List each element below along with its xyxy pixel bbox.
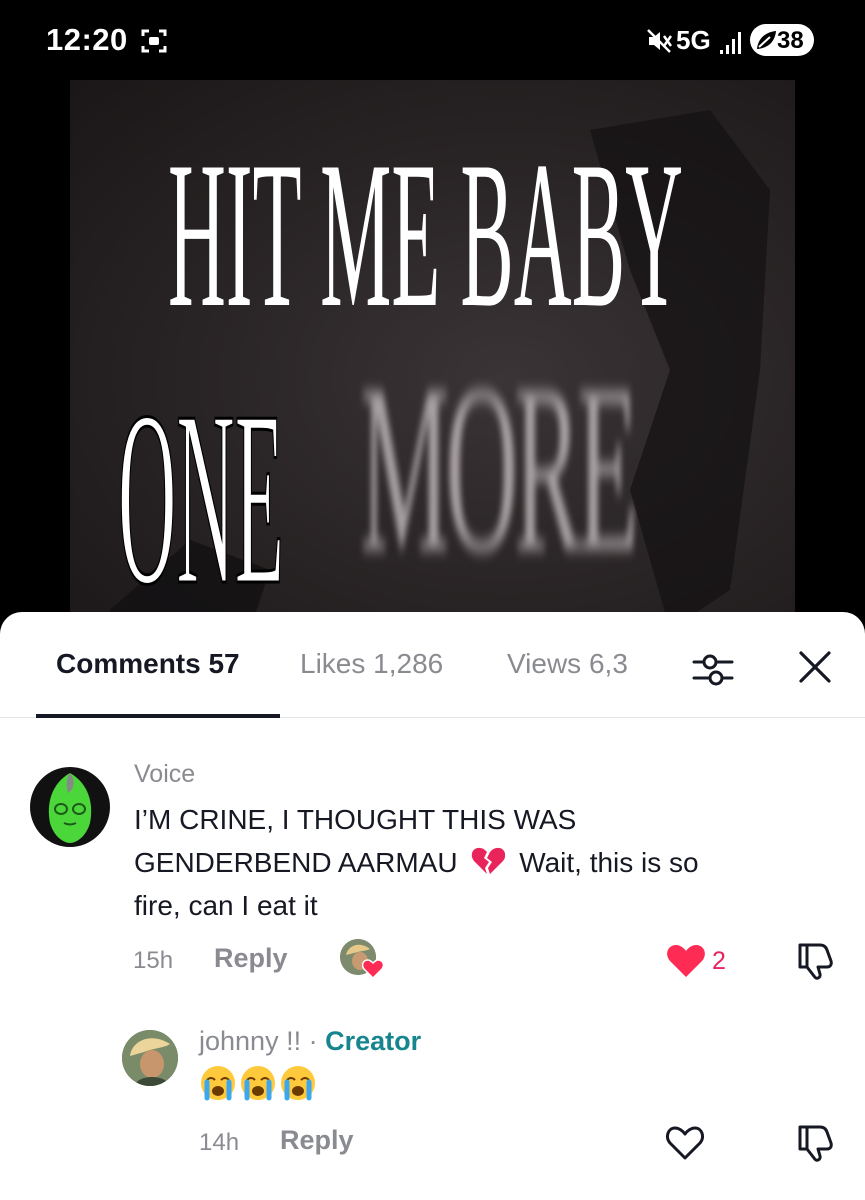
comment-username[interactable]: Voice <box>134 760 195 789</box>
dislike-icon[interactable] <box>796 941 834 981</box>
signal-icon <box>720 32 741 54</box>
like-button-heart-icon[interactable] <box>665 1125 705 1161</box>
comment-text-line: I’M CRINE, I THOUGHT THIS WAS <box>134 804 577 835</box>
comment-username[interactable]: johnny !! <box>199 1026 301 1056</box>
mute-icon <box>647 29 672 53</box>
avatar-image <box>122 1030 178 1086</box>
crying-emoji-icon <box>201 1066 315 1101</box>
tab-views[interactable]: Views 6,3 <box>507 648 647 680</box>
poster-title-line2: ONE <box>118 360 284 630</box>
dislike-icon[interactable] <box>796 1123 834 1163</box>
like-count: 2 <box>712 947 726 975</box>
comment-emoji-text: 😭😭😭 <box>199 1064 203 1065</box>
video-player[interactable]: MORE HIT ME BABY ONE <box>0 80 865 640</box>
battery-level: 38 <box>777 27 804 54</box>
reply-header: johnny !! · Creator <box>199 1026 421 1057</box>
broken-heart-emoji-icon <box>472 847 506 874</box>
screen-record-icon <box>141 29 167 53</box>
comment-text: I’M CRINE, I THOUGHT THIS WAS GENDERBEND… <box>134 798 834 927</box>
heart-icon <box>362 959 384 979</box>
reply-button[interactable]: Reply <box>280 1125 354 1156</box>
poster-title-line1: HIT ME BABY <box>168 119 683 351</box>
battery-leaf-icon <box>757 31 776 49</box>
avatar[interactable] <box>30 767 110 847</box>
avatar-image <box>48 773 92 843</box>
avatar[interactable] <box>122 1030 178 1086</box>
reply-button[interactable]: Reply <box>214 943 288 974</box>
comment-text-segment: GENDERBEND AARMAU <box>134 847 458 878</box>
active-tab-indicator <box>36 714 280 718</box>
creator-liked-badge <box>340 939 386 979</box>
tabs-bar: Comments 57 Likes 1,286 Views 6,3 <box>0 612 865 718</box>
comment-timestamp: 15h <box>133 947 174 974</box>
creator-badge: Creator <box>325 1026 422 1056</box>
tab-likes[interactable]: Likes 1,286 <box>300 648 443 680</box>
status-bar: 12:20 5G 38 <box>0 0 865 80</box>
username-separator: · <box>301 1026 326 1056</box>
comment-timestamp: 14h <box>199 1129 240 1156</box>
tab-comments[interactable]: Comments 57 <box>56 648 240 680</box>
close-icon[interactable] <box>797 649 833 685</box>
comment-text-segment: Wait, this is so <box>519 847 699 878</box>
poster-artwork: HIT ME BABY ONE <box>110 110 770 630</box>
network-type: 5G <box>676 25 711 55</box>
video-poster: MORE HIT ME BABY ONE <box>70 80 795 630</box>
comment-text: 😭😭😭 <box>199 1064 329 1104</box>
battery-indicator: 38 <box>750 24 814 56</box>
like-button-heart-icon[interactable] <box>666 943 706 979</box>
comments-sheet: Comments 57 Likes 1,286 Views 6,3 Voice … <box>0 612 865 1200</box>
filter-icon[interactable] <box>692 650 734 690</box>
status-time: 12:20 <box>46 22 128 57</box>
comment-text-line: GENDERBEND AARMAU Wait, this is so <box>134 841 834 884</box>
comment-text-line: fire, can I eat it <box>134 890 318 921</box>
